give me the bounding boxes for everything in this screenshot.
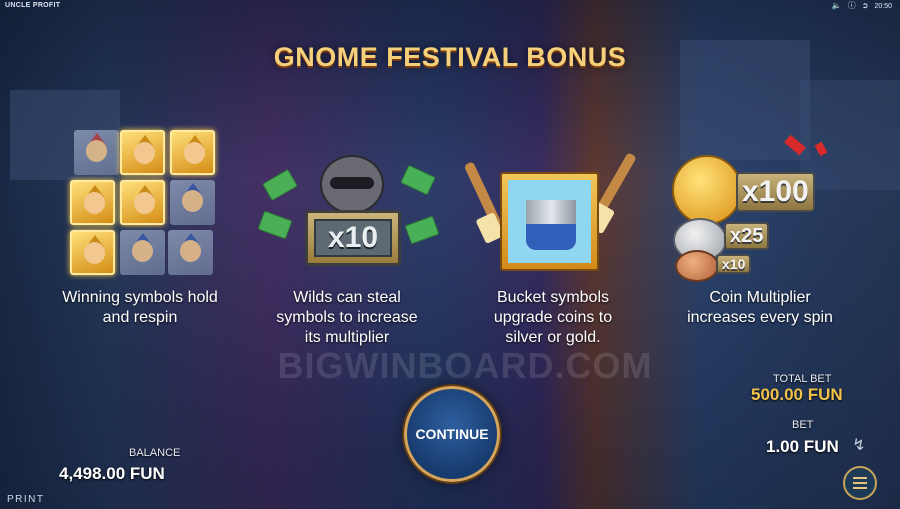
gnome-cell-gold	[120, 130, 165, 175]
bronze-coin-icon	[675, 250, 719, 282]
caption-line: Wilds can steal	[293, 289, 401, 306]
bet-label: BET	[792, 419, 814, 431]
turbo-icon[interactable]: ↯	[849, 436, 869, 456]
caption-line: and respin	[102, 309, 178, 326]
feature-caption-bucket: Bucket symbols upgrade coins to silver o…	[453, 288, 653, 348]
raccoon-wild-icon: x10	[257, 155, 440, 275]
bg-house-far-right	[800, 80, 900, 190]
caption-line: Coin Multiplier	[709, 289, 811, 306]
feature-caption-coins: Coin Multiplier increases every spin	[660, 288, 860, 328]
continue-button[interactable]: CONTINUE	[404, 386, 500, 482]
print-label: PRINT	[7, 494, 45, 505]
wild-multiplier-badge: x10	[305, 210, 401, 266]
exit-icon[interactable]: ➲	[862, 1, 869, 11]
app-title: UNCLE PROFIT	[5, 2, 61, 9]
menu-button[interactable]	[843, 466, 877, 500]
bucket-tile	[500, 172, 599, 271]
game-screen: UNCLE PROFIT 🔈 ⓘ ➲ 20:50 GNOME FESTIVAL …	[0, 0, 900, 509]
total-bet-value: 500.00 FUN	[751, 385, 843, 404]
sound-icon[interactable]: 🔈	[832, 1, 842, 11]
cash-icon	[404, 215, 440, 245]
gnome-cell-gold	[70, 180, 115, 225]
caption-line: increases every spin	[687, 309, 833, 326]
bonus-title: GNOME FESTIVAL BONUS	[273, 42, 627, 72]
top-bar: UNCLE PROFIT 🔈 ⓘ ➲ 20:50	[0, 0, 900, 13]
cash-icon	[262, 168, 298, 202]
multiplier-x25: x25	[724, 222, 770, 250]
balance-value: 4,498.00 FUN	[59, 464, 165, 483]
watermark: BIGWINBOARD.COM	[277, 345, 653, 386]
gnome-cell	[170, 180, 215, 225]
raccoon-head	[320, 155, 384, 214]
caption-line: Bucket symbols	[496, 289, 610, 306]
gold-coin-icon	[672, 155, 742, 225]
top-bar-icons: 🔈 ⓘ ➲ 20:50	[832, 1, 892, 11]
gnome-cell	[74, 130, 119, 175]
gnome-cell	[168, 230, 213, 275]
gnome-cell-gold	[170, 130, 215, 175]
clock: 20:50	[874, 2, 892, 10]
gnome-cell-gold	[120, 180, 165, 225]
caption-line: Winning symbols hold	[62, 289, 218, 306]
info-icon[interactable]: ⓘ	[848, 1, 856, 11]
feature-caption-hold: Winning symbols hold and respin	[40, 288, 240, 328]
balance-label: BALANCE	[129, 447, 181, 459]
gnome-cell-gold	[70, 230, 115, 275]
multiplier-x10: x10	[716, 254, 752, 274]
gnome-cell	[120, 230, 165, 275]
caption-line: upgrade coins to	[493, 309, 613, 326]
bet-value[interactable]: 1.00 FUN	[766, 437, 839, 457]
wild-multiplier-text: x10	[327, 221, 379, 254]
multiplier-x100: x100	[736, 172, 815, 212]
total-bet-label: TOTAL BET	[773, 373, 832, 385]
caption-line: symbols to increase	[276, 309, 418, 326]
cash-icon	[257, 210, 293, 240]
feature-caption-wilds: Wilds can steal symbols to increase its …	[247, 288, 447, 348]
cash-icon	[400, 164, 436, 196]
